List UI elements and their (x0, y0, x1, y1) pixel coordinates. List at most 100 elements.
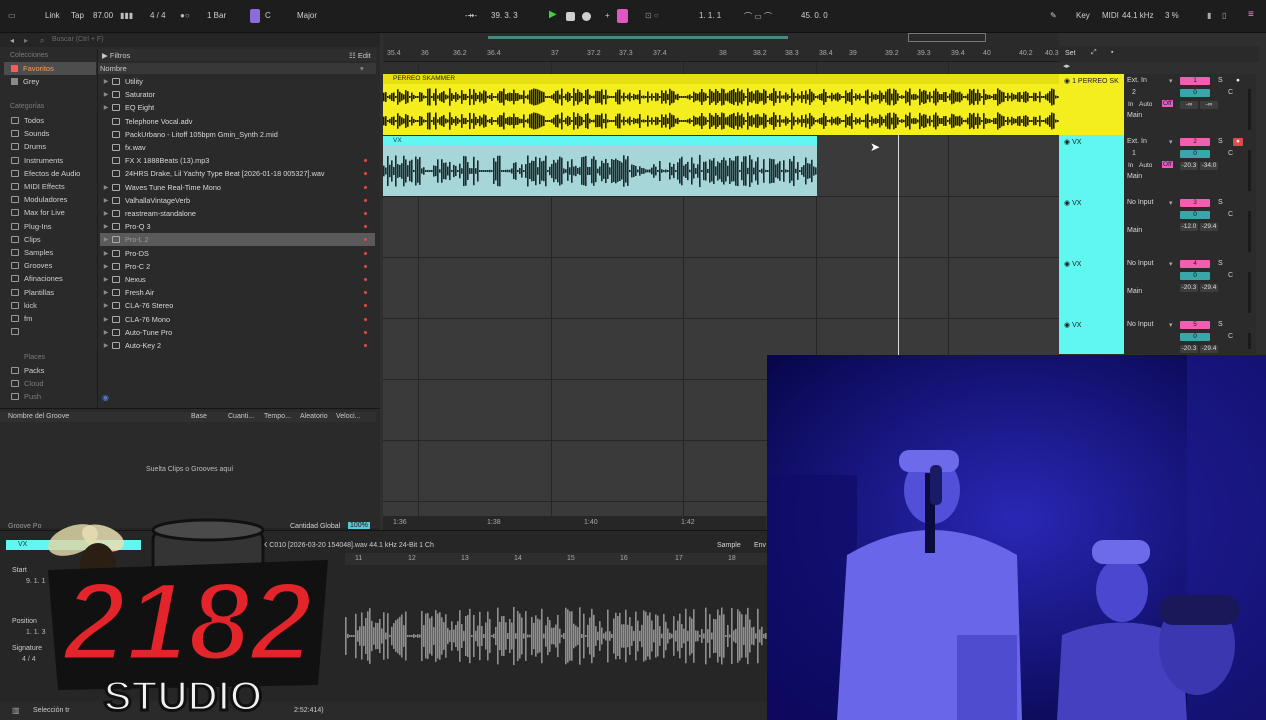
track-activator[interactable]: 2 (1180, 138, 1210, 146)
expand-icon[interactable]: ▶ (100, 276, 112, 283)
expand-icon[interactable]: ⤢ (1091, 49, 1097, 57)
expand-icon[interactable]: ▶ (100, 197, 112, 204)
output-routing[interactable]: Main (1127, 227, 1142, 234)
output-routing[interactable]: Main (1127, 112, 1142, 119)
beat-ruler[interactable]: 35.4 36 36.2 36.4 37 37.2 37.3 37.4 38 38.2 38.3 38… (383, 46, 1059, 62)
draw-icon[interactable]: ✎ (1050, 11, 1057, 20)
input-channel[interactable]: 1 (1132, 150, 1136, 157)
track-header[interactable]: ◉ VX (1059, 135, 1124, 196)
input-type[interactable]: Ext. In (1127, 77, 1147, 84)
clip-vx[interactable]: VX (383, 136, 817, 196)
category-item[interactable]: Instruments (4, 154, 96, 167)
place-packs[interactable]: Packs (4, 364, 96, 377)
browser-file[interactable]: fx.wav (100, 141, 375, 154)
category-item[interactable]: Sounds (4, 127, 96, 140)
browser-file[interactable]: ▶ Pro-DS (100, 247, 375, 260)
nudge-icon[interactable]: ▮▮▮ (120, 11, 133, 20)
output-routing[interactable]: Main (1127, 173, 1142, 180)
tap-button[interactable]: Tap (71, 11, 84, 20)
detail-waveform[interactable] (345, 571, 767, 701)
browser-file[interactable]: ▶ Saturator (100, 88, 375, 101)
link-button[interactable]: Link (45, 11, 60, 20)
solo-button[interactable]: S (1218, 321, 1223, 328)
browser-file[interactable]: Telephone Vocal.adv (100, 115, 375, 128)
arm-button[interactable]: ● (1233, 77, 1243, 85)
groove-col-tempo[interactable]: Tempo... (264, 413, 291, 420)
time-signature[interactable]: 4 / 4 (150, 11, 166, 20)
overdub-icon[interactable]: + (605, 11, 610, 20)
browser-file[interactable]: PackUrbano - Litoff 105bpm Gmin_Synth 2.… (100, 128, 375, 141)
category-item[interactable]: Max for Live (4, 206, 96, 219)
search-input[interactable]: Buscar (Ctrl + F) (52, 36, 104, 43)
browser-file[interactable]: ▶ Waves Tune Real-Time Mono (100, 181, 375, 194)
browser-file[interactable]: ▶ Pro-L 2 (100, 233, 375, 247)
set-button[interactable]: Set (1065, 50, 1076, 57)
clip-perreo-skammer[interactable]: PERREO SKAMMER (383, 74, 1059, 135)
menu-icon[interactable]: ≡ (1248, 9, 1254, 20)
tempo-field[interactable]: 87.00 (93, 11, 113, 20)
scale-mode[interactable]: Major (297, 11, 317, 20)
fold-icon[interactable]: ◉ (1064, 200, 1070, 207)
place-push[interactable]: Push (4, 390, 96, 403)
monitor-in[interactable]: In (1128, 101, 1133, 108)
track-header[interactable]: ◉ 1 PERREO SK (1059, 74, 1124, 135)
collection-grey[interactable]: Grey (4, 75, 96, 88)
expand-icon[interactable]: ▶ (100, 289, 112, 296)
overview-bar[interactable] (383, 33, 1059, 46)
arm-button[interactable]: ● (1233, 138, 1243, 146)
solo-button[interactable]: S (1218, 199, 1223, 206)
expand-icon[interactable]: ▶ (100, 302, 112, 309)
collection-favoritos[interactable]: Favoritos (4, 62, 96, 75)
follow-icon[interactable]: -⇸- (465, 11, 477, 20)
category-item[interactable]: Samples (4, 246, 96, 259)
input-type[interactable]: No Input (1127, 199, 1153, 206)
browser-file[interactable]: ▶ CLA-76 Mono (100, 313, 375, 326)
preview-icon[interactable]: ◉ (102, 393, 109, 402)
fold-icon[interactable]: ◉ (1064, 261, 1070, 268)
pan-knob[interactable]: C (1228, 333, 1233, 340)
category-item[interactable]: Clips (4, 233, 96, 246)
category-item[interactable]: kick (4, 299, 96, 312)
fold-icon[interactable]: ◉ (1064, 78, 1070, 85)
midi-map-button[interactable]: MIDI (1102, 11, 1119, 20)
detail-ruler[interactable]: 11 12 13 14 15 16 17 18 (345, 553, 767, 565)
solo-button[interactable]: S (1218, 138, 1223, 145)
groove-col-name[interactable]: Nombre del Groove (8, 413, 69, 420)
browser-file[interactable]: ▶ Utility (100, 75, 375, 88)
groove-col-base[interactable]: Base (191, 413, 207, 420)
track-header[interactable]: ◉ VX (1059, 196, 1124, 257)
input-type[interactable]: No Input (1127, 260, 1153, 267)
category-item[interactable]: Plantillas (4, 286, 96, 299)
volume-field[interactable]: 0 (1180, 272, 1210, 280)
browser-file[interactable]: 24HRS Drake, Lil Yachty Type Beat [2026-… (100, 167, 375, 180)
input-type[interactable]: No Input (1127, 321, 1153, 328)
browser-file[interactable]: ▶ Fresh Air (100, 286, 375, 299)
volume-field[interactable]: 0 (1180, 333, 1210, 341)
envelope-tab[interactable]: Env (754, 542, 766, 549)
expand-icon[interactable]: ▶ (100, 78, 112, 85)
expand-icon[interactable]: ▶ (100, 223, 112, 230)
browser-file[interactable]: ▶ reastream-standalone (100, 207, 375, 220)
midi-sync-icon[interactable]: ▭ (8, 11, 16, 20)
category-item[interactable]: Afinaciones (4, 272, 96, 285)
category-item[interactable]: Grooves (4, 259, 96, 272)
expand-icon[interactable]: ▶ (100, 91, 112, 98)
scale-icon[interactable] (250, 9, 260, 23)
stop-icon[interactable] (566, 12, 575, 21)
fold-icon[interactable]: ◉ (1064, 139, 1070, 146)
track-activator[interactable]: 3 (1180, 199, 1210, 207)
chevron-down-icon[interactable]: ▾ (1169, 321, 1173, 329)
category-item[interactable]: fm (4, 312, 96, 325)
track-lane[interactable] (383, 258, 1059, 319)
browser-file[interactable]: ▶ Auto-Key 2 (100, 339, 375, 352)
monitor-auto[interactable]: Auto (1139, 162, 1152, 169)
volume-field[interactable]: 0 (1180, 89, 1210, 97)
track-activator[interactable]: 1 (1180, 77, 1210, 85)
track-lane[interactable] (383, 197, 1059, 258)
name-column-header[interactable]: Nombre ▾ (98, 63, 376, 74)
chevron-down-icon[interactable]: ▾ (1169, 77, 1173, 85)
expand-icon[interactable]: ▶ (100, 342, 112, 349)
arrow-icon[interactable]: ◂▸ (1063, 62, 1070, 70)
monitor-auto[interactable]: Auto (1139, 101, 1152, 108)
chevron-down-icon[interactable]: ▾ (1169, 138, 1173, 146)
